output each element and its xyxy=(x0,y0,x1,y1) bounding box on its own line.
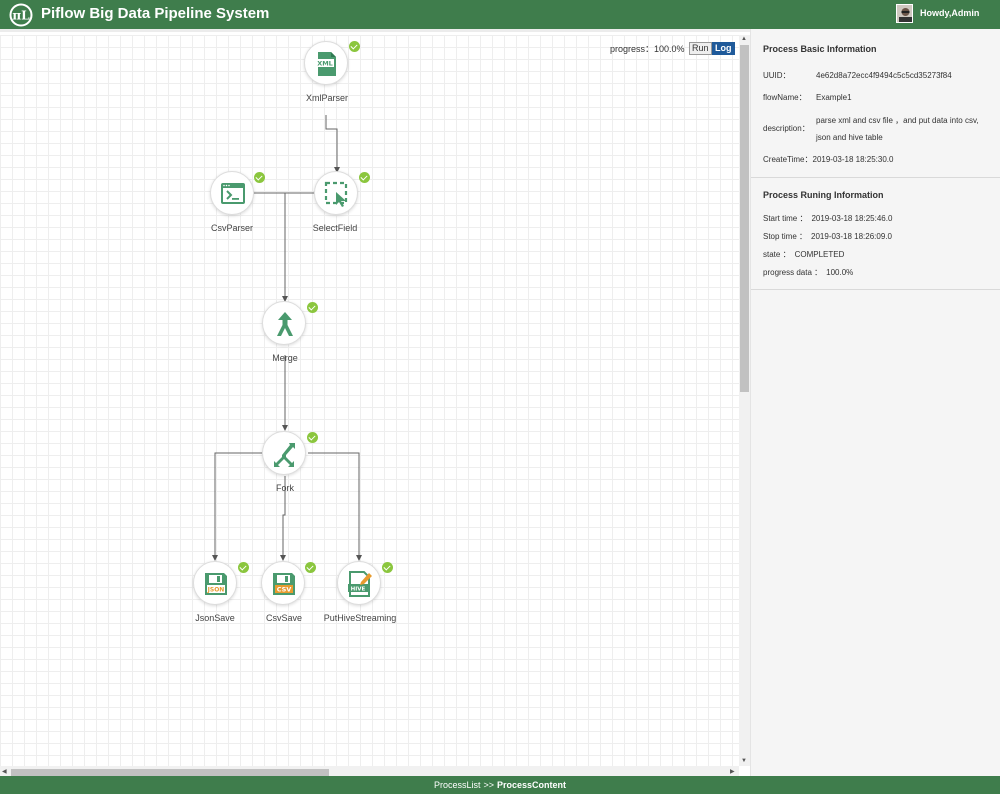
createtime-label: CreateTime： xyxy=(763,155,813,164)
piflow-logo-icon[interactable]: πL xyxy=(9,3,33,27)
edge-fork-json xyxy=(212,452,262,561)
status-complete-icon xyxy=(382,562,393,573)
node-selectfield[interactable] xyxy=(314,171,358,215)
vertical-scroll-thumb[interactable] xyxy=(740,45,749,392)
flow-canvas[interactable]: XML XmlParser CsvParser SelectField Merg… xyxy=(0,35,739,766)
state-row: state ： COMPLETED xyxy=(763,249,1000,261)
progress-data-value: 100.0% xyxy=(826,268,854,277)
svg-text:XML: XML xyxy=(317,60,333,68)
node-csvparser[interactable] xyxy=(210,171,254,215)
status-complete-icon xyxy=(238,562,249,573)
save-json-icon: JSON xyxy=(205,573,227,595)
flowname-value: Example1 xyxy=(816,93,852,102)
uuid-row: UUID： 4e62d8a72ecc4f9494c5c5cd35273f84 xyxy=(763,70,1000,82)
status-complete-icon xyxy=(305,562,316,573)
log-button[interactable]: Log xyxy=(712,42,735,55)
description-line-2: json and hive table xyxy=(816,133,883,142)
svg-text:πL: πL xyxy=(12,9,30,23)
node-label-puthivestreaming: PutHiveStreaming xyxy=(323,613,397,623)
running-info-section: Process Runing Information Start time ： … xyxy=(751,178,1000,290)
progress-data-row: progress data ： 100.0% xyxy=(763,267,1000,279)
edge-fork-hive xyxy=(308,452,362,561)
user-avatar[interactable] xyxy=(896,4,913,23)
state-label: state ： xyxy=(763,250,791,259)
start-time-row: Start time ： 2019-03-18 18:25:46.0 xyxy=(763,213,1000,225)
scroll-right-icon[interactable]: ▶ xyxy=(730,768,735,776)
progress-indicator: progress：100.0% xyxy=(610,43,685,55)
top-bar: πL Piflow Big Data Pipeline System Howdy… xyxy=(0,0,1000,29)
status-complete-icon xyxy=(307,432,318,443)
progress-data-label: progress data ： xyxy=(763,268,823,277)
hive-badge: HIVE xyxy=(351,587,366,593)
description-line-1: parse xml and csv file ，and put data int… xyxy=(816,116,979,125)
app-title: Piflow Big Data Pipeline System xyxy=(41,5,270,22)
node-label-merge: Merge xyxy=(272,353,298,363)
stop-time-value: 2019-03-18 18:26:09.0 xyxy=(811,232,892,241)
description-label: description： xyxy=(763,124,810,133)
uuid-value: 4e62d8a72ecc4f9494c5c5cd35273f84 xyxy=(816,71,952,80)
node-merge[interactable] xyxy=(262,301,306,345)
terminal-icon xyxy=(221,183,245,204)
status-complete-icon xyxy=(359,172,370,183)
breadcrumb-current: ProcessContent xyxy=(497,780,567,790)
breadcrumb-process-list-link[interactable]: ProcessList xyxy=(434,780,481,790)
scroll-left-icon[interactable]: ◀ xyxy=(2,768,7,776)
breadcrumb: ProcessList >> ProcessContent xyxy=(0,776,1000,794)
xml-file-icon: XML xyxy=(316,52,336,76)
run-button[interactable]: Run xyxy=(689,42,712,55)
start-time-value: 2019-03-18 18:25:46.0 xyxy=(811,214,893,223)
flowname-label: flowName： xyxy=(763,93,807,102)
state-value: COMPLETED xyxy=(794,250,845,259)
node-label-xmlparser: XmlParser xyxy=(305,93,348,103)
edge-xml-select xyxy=(325,115,340,173)
info-panel: Process Basic Information UUID： 4e62d8a7… xyxy=(750,29,1000,776)
flow-connections xyxy=(212,115,362,561)
save-csv-icon: CSV xyxy=(273,573,295,595)
progress-label: progress： xyxy=(610,44,655,54)
scroll-up-icon[interactable]: ▲ xyxy=(741,35,747,43)
status-complete-icon xyxy=(254,172,265,183)
merge-arrows-icon xyxy=(277,312,293,336)
description-value: parse xml and csv file ，and put data int… xyxy=(816,112,979,146)
progress-value: 100.0% xyxy=(654,44,685,54)
start-time-label: Start time ： xyxy=(763,214,808,223)
uuid-label: UUID： xyxy=(763,71,791,80)
status-complete-icon xyxy=(349,41,360,52)
breadcrumb-separator: >> xyxy=(483,780,494,790)
select-cursor-icon xyxy=(324,181,348,207)
description-row: description： parse xml and csv file ，and… xyxy=(763,112,1000,146)
scroll-down-icon[interactable]: ▼ xyxy=(741,757,747,765)
basic-info-section: Process Basic Information UUID： 4e62d8a7… xyxy=(751,29,1000,178)
hive-edit-icon: HIVE xyxy=(348,571,372,597)
fork-arrows-icon xyxy=(274,443,295,467)
node-xmlparser[interactable]: XML xyxy=(304,41,348,85)
flowname-row: flowName： Example1 xyxy=(763,92,1000,104)
user-greeting[interactable]: Howdy,Admin xyxy=(920,8,979,18)
vertical-scrollbar[interactable]: ▲ ▼ xyxy=(739,35,750,766)
node-puthivestreaming[interactable]: HIVE xyxy=(337,561,381,605)
stop-time-label: Stop time ： xyxy=(763,232,808,241)
node-fork[interactable] xyxy=(262,431,306,475)
status-complete-icon xyxy=(307,302,318,313)
node-label-fork: Fork xyxy=(276,483,294,493)
node-label-csvparser: CsvParser xyxy=(210,223,253,233)
node-jsonsave[interactable]: JSON xyxy=(193,561,237,605)
json-badge: JSON xyxy=(207,587,225,594)
node-label-selectfield: SelectField xyxy=(312,223,358,233)
flow-canvas-area: XML XmlParser CsvParser SelectField Merg… xyxy=(0,29,750,779)
stop-time-row: Stop time ： 2019-03-18 18:26:09.0 xyxy=(763,231,1000,243)
createtime-value: 2019-03-18 18:25:30.0 xyxy=(812,155,894,164)
basic-info-title: Process Basic Information xyxy=(763,44,877,54)
running-info-title: Process Runing Information xyxy=(763,190,884,200)
createtime-row: CreateTime： 2019-03-18 18:25:30.0 xyxy=(763,154,1000,166)
csv-badge: CSV xyxy=(277,586,292,594)
node-csvsave[interactable]: CSV xyxy=(261,561,305,605)
